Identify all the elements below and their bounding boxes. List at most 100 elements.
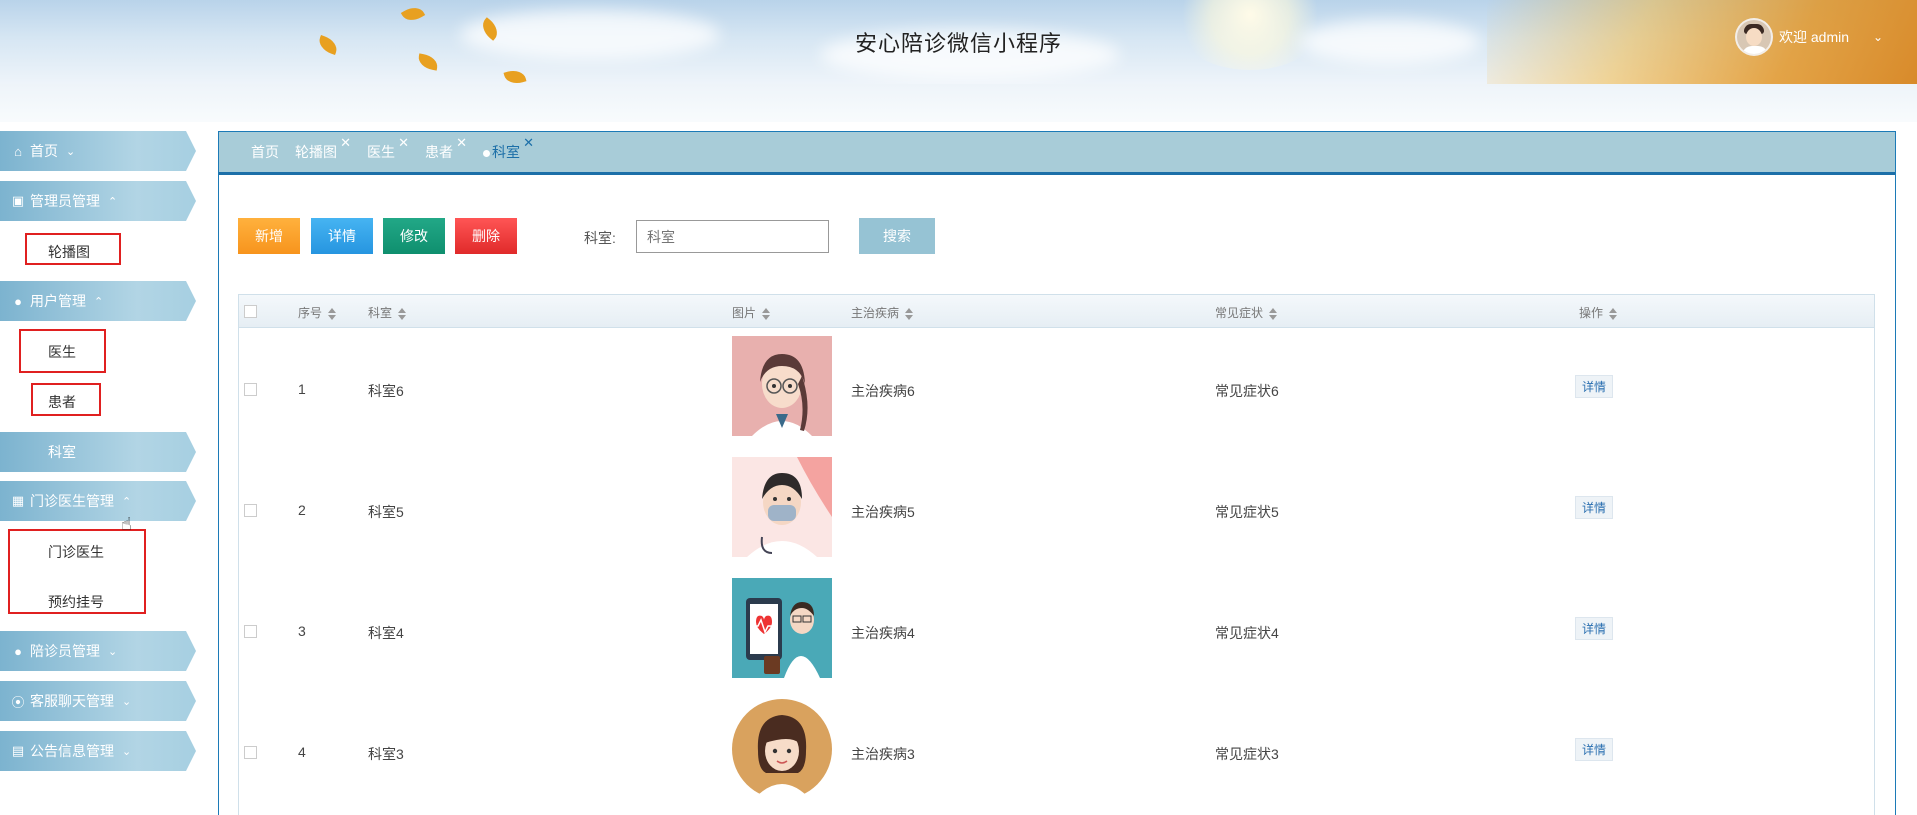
column-label: 操作 xyxy=(1579,306,1604,320)
header-banner: 安心陪诊微信小程序 欢迎 admin ⌄ xyxy=(0,0,1917,84)
cell-disease: 主治疾病5 xyxy=(851,504,915,520)
cell-symptom: 常见症状6 xyxy=(1215,383,1279,399)
sidebar-item-label: 陪诊员管理 xyxy=(30,643,100,659)
doctor-image xyxy=(732,578,832,678)
sidebar-item-label: 用户管理 xyxy=(30,293,86,309)
tab-bar: 首页 轮播图 ✕ 医生 ✕ 患者 ✕ 科室 ✕ xyxy=(219,132,1895,175)
row-checkbox[interactable] xyxy=(244,383,257,396)
sidebar-item-department[interactable]: 科室 xyxy=(0,432,196,472)
cell-no: 4 xyxy=(298,744,306,760)
column-label: 主治疾病 xyxy=(851,306,900,320)
column-header-no[interactable]: 序号 xyxy=(298,304,337,321)
cell-dept: 科室3 xyxy=(368,746,404,762)
column-header-image[interactable]: 图片 xyxy=(732,304,771,321)
search-label: 科室: xyxy=(584,230,616,246)
table-header: 序号 科室 图片 主治疾病 常见症状 操作 xyxy=(239,295,1874,328)
tab-banner[interactable]: 轮播图 ✕ xyxy=(295,135,351,162)
active-dot-icon xyxy=(483,149,490,157)
welcome-text: 欢迎 admin xyxy=(1779,29,1850,45)
avatar xyxy=(1735,18,1773,56)
app-root: 安心陪诊微信小程序 欢迎 admin ⌄ ⌂ 首页 ⌄ ▣ 管理员管理 ⌃ 轮播… xyxy=(0,0,1917,815)
sidebar-item-users[interactable]: ● 用户管理 ⌃ xyxy=(0,281,196,321)
tab-doctor[interactable]: 医生 ✕ xyxy=(367,135,409,162)
sidebar-item-label: 管理员管理 xyxy=(30,193,100,209)
chevron-up-icon: ⌃ xyxy=(94,295,104,308)
table-row[interactable]: 2 科室5 主治疾病5 常见症状5 详情 xyxy=(239,450,1874,571)
sidebar-subitem-banner[interactable]: 轮播图 xyxy=(48,242,90,262)
header-strip xyxy=(0,84,1917,122)
sidebar-item-escort[interactable]: ● 陪诊员管理 ⌄ xyxy=(0,631,196,671)
sidebar-subitem-doctor[interactable]: 医生 xyxy=(48,342,76,362)
close-icon[interactable]: ✕ xyxy=(456,135,467,151)
column-header-action[interactable]: 操作 xyxy=(1579,304,1618,321)
doctor-image xyxy=(732,336,832,436)
chart-icon: ▤ xyxy=(11,743,25,758)
chevron-up-icon: ⌃ xyxy=(108,195,118,208)
row-detail-button[interactable]: 详情 xyxy=(1575,738,1614,761)
close-icon[interactable]: ✕ xyxy=(340,135,351,151)
add-button[interactable]: 新增 xyxy=(238,218,300,254)
close-icon[interactable]: ✕ xyxy=(398,135,409,151)
tab-label: 科室 xyxy=(492,144,520,160)
table-row[interactable]: 4 科室3 主治疾病3 常见症状3 详情 xyxy=(239,692,1874,813)
cell-no: 2 xyxy=(298,502,306,518)
close-icon[interactable]: ✕ xyxy=(523,135,534,151)
tab-patient[interactable]: 患者 ✕ xyxy=(425,135,467,162)
sidebar-subitem-clinic-doctor[interactable]: 门诊医生 xyxy=(48,542,104,562)
compass-icon: ⦿ xyxy=(11,694,25,710)
sort-icon xyxy=(1269,307,1278,320)
row-checkbox[interactable] xyxy=(244,625,257,638)
column-label: 序号 xyxy=(298,306,323,320)
column-header-dept[interactable]: 科室 xyxy=(368,304,407,321)
column-label: 科室 xyxy=(368,306,393,320)
row-detail-button[interactable]: 详情 xyxy=(1575,617,1614,640)
user-menu[interactable]: 欢迎 admin ⌄ xyxy=(1735,18,1883,56)
sidebar-item-clinic[interactable]: ▦ 门诊医生管理 ⌃ xyxy=(0,481,196,521)
row-detail-button[interactable]: 详情 xyxy=(1575,375,1614,398)
row-checkbox[interactable] xyxy=(244,504,257,517)
tab-label: 患者 xyxy=(425,144,453,160)
chevron-up-icon: ⌃ xyxy=(122,495,132,508)
cell-dept: 科室5 xyxy=(368,504,404,520)
table-row[interactable]: 3 科室4 主治疾病4 常见症状4 详情 xyxy=(239,571,1874,692)
edit-button[interactable]: 修改 xyxy=(383,218,445,254)
sidebar-item-home[interactable]: ⌂ 首页 ⌄ xyxy=(0,131,196,171)
table-row[interactable]: 1 科室6 主治疾病6 常见症状6 详情 xyxy=(239,329,1874,450)
tab-department[interactable]: 科室 ✕ xyxy=(483,135,534,162)
sort-icon xyxy=(762,307,771,320)
tab-home[interactable]: 首页 xyxy=(251,142,279,162)
column-label: 图片 xyxy=(732,306,757,320)
chevron-down-icon: ⌄ xyxy=(122,695,132,708)
user-icon: ● xyxy=(14,293,22,309)
sidebar-item-admin[interactable]: ▣ 管理员管理 ⌃ xyxy=(0,181,196,221)
sidebar-item-label: 客服聊天管理 xyxy=(30,693,114,709)
select-all-checkbox[interactable] xyxy=(244,305,257,318)
cell-no: 3 xyxy=(298,623,306,639)
sort-icon xyxy=(1609,307,1618,320)
cursor-hand-icon: ☝ xyxy=(121,514,132,534)
sidebar-item-label: 门诊医生管理 xyxy=(30,493,114,509)
cell-disease: 主治疾病6 xyxy=(851,383,915,399)
leaf-decoration xyxy=(400,2,426,26)
tab-label: 轮播图 xyxy=(295,144,337,160)
doctor-image xyxy=(732,699,832,799)
search-button[interactable]: 搜索 xyxy=(859,218,935,254)
search-input[interactable] xyxy=(636,220,829,253)
sidebar-item-notice[interactable]: ▤ 公告信息管理 ⌄ xyxy=(0,731,196,771)
cell-disease: 主治疾病3 xyxy=(851,746,915,762)
delete-button[interactable]: 删除 xyxy=(455,218,517,254)
data-table: 序号 科室 图片 主治疾病 常见症状 操作 1 科室6 主治疾病6 常见症状6 … xyxy=(238,294,1875,815)
building-icon: ▦ xyxy=(11,493,25,508)
cell-symptom: 常见症状5 xyxy=(1215,504,1279,520)
sidebar-item-chat[interactable]: ⦿ 客服聊天管理 ⌄ xyxy=(0,681,196,721)
detail-button[interactable]: 详情 xyxy=(311,218,373,254)
row-detail-button[interactable]: 详情 xyxy=(1575,496,1614,519)
column-header-symptom[interactable]: 常见症状 xyxy=(1215,304,1278,321)
sidebar-subitem-patient[interactable]: 患者 xyxy=(48,392,76,412)
sidebar-subitem-appointment[interactable]: 预约挂号 xyxy=(48,592,104,612)
column-header-disease[interactable]: 主治疾病 xyxy=(851,304,914,321)
row-checkbox[interactable] xyxy=(244,746,257,759)
main-panel: 首页 轮播图✕ 医生✕ 患者✕ 科室✕ 新增 详情 修改 删除 科室: 搜索 序… xyxy=(218,131,1896,815)
chevron-down-icon: ⌄ xyxy=(108,645,118,658)
cell-symptom: 常见症状3 xyxy=(1215,746,1279,762)
